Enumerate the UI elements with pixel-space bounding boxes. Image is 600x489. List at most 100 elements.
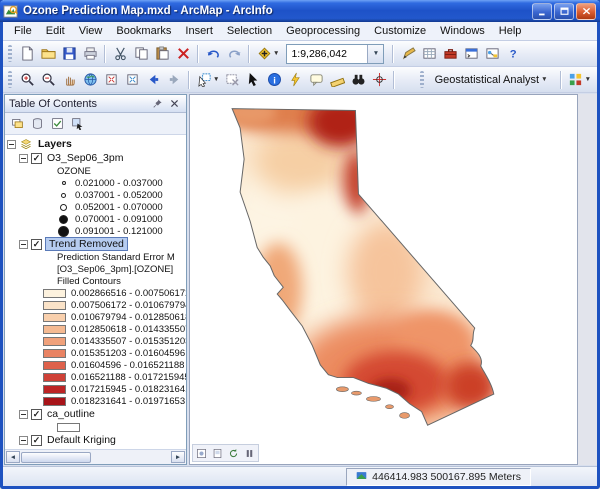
map-area[interactable] bbox=[189, 94, 578, 465]
delete-button[interactable] bbox=[173, 44, 193, 64]
auto-hide-pin-icon[interactable] bbox=[150, 97, 165, 111]
toc-row-data-frame[interactable]: Layers bbox=[5, 137, 186, 151]
zoom-out-tool[interactable] bbox=[38, 70, 58, 90]
html-popup-tool[interactable] bbox=[306, 70, 326, 90]
layer-visibility-checkbox[interactable]: ✓ bbox=[31, 408, 42, 420]
data-view-button[interactable] bbox=[194, 446, 209, 460]
menu-edit[interactable]: Edit bbox=[39, 24, 72, 38]
list-by-source-icon[interactable] bbox=[28, 115, 46, 133]
fixed-zoom-out-button[interactable] bbox=[122, 70, 142, 90]
toolbar-grip[interactable] bbox=[8, 71, 12, 88]
menu-file[interactable]: File bbox=[7, 24, 39, 38]
minimize-button[interactable] bbox=[532, 2, 552, 20]
layer-name-label[interactable]: ca_outline bbox=[45, 408, 97, 420]
scroll-right-arrow[interactable]: ► bbox=[171, 451, 185, 463]
fixed-zoom-in-button[interactable] bbox=[101, 70, 121, 90]
title-bar[interactable]: Ozone Prediction Map.mxd - ArcMap - ArcI… bbox=[0, 0, 600, 22]
toolbar-grip[interactable] bbox=[419, 71, 424, 88]
layer-visibility-checkbox[interactable]: ✓ bbox=[31, 238, 42, 250]
toc-header[interactable]: Table Of Contents bbox=[5, 95, 186, 113]
combo-dropdown-icon[interactable]: ▼ bbox=[367, 44, 384, 63]
toc-row-symbol-class[interactable]: 0.070001 - 0.091000 bbox=[5, 213, 186, 225]
toc-horizontal-scrollbar[interactable]: ◄ ► bbox=[5, 449, 186, 464]
toc-row-contour-class[interactable]: 0.017215945 - 0.018231641 bbox=[5, 383, 186, 395]
toc-row-sublabel[interactable]: Prediction Standard Error M bbox=[5, 251, 186, 263]
layer-name-label[interactable]: Trend Removed bbox=[45, 237, 128, 251]
menu-geoprocessing[interactable]: Geoprocessing bbox=[279, 24, 367, 38]
menu-insert[interactable]: Insert bbox=[178, 24, 220, 38]
editor-toolbar-button[interactable] bbox=[398, 44, 418, 64]
scroll-track[interactable] bbox=[21, 450, 170, 464]
copy-button[interactable] bbox=[131, 44, 151, 64]
open-attribute-table-button[interactable] bbox=[419, 44, 439, 64]
toc-row-sublabel[interactable]: Filled Contours bbox=[5, 275, 186, 287]
go-to-xy-button[interactable] bbox=[369, 70, 389, 90]
toc-row-symbol-class[interactable]: 0.037001 - 0.052000 bbox=[5, 189, 186, 201]
hyperlink-tool[interactable] bbox=[285, 70, 305, 90]
toc-row-symbol-class[interactable]: 0.052001 - 0.070000 bbox=[5, 201, 186, 213]
menu-help[interactable]: Help bbox=[492, 24, 529, 38]
layer-name-label[interactable]: O3_Sep06_3pm bbox=[45, 152, 125, 164]
toc-row-layer[interactable]: ✓ O3_Sep06_3pm bbox=[5, 151, 186, 165]
pan-tool[interactable] bbox=[59, 70, 79, 90]
list-by-selection-icon[interactable] bbox=[68, 115, 86, 133]
toc-row-sublabel[interactable]: [O3_Sep06_3pm].[OZONE] bbox=[5, 263, 186, 275]
toc-row-contour-class[interactable]: 0.01604596 - 0.016521188 bbox=[5, 359, 186, 371]
data-frame-label[interactable]: Layers bbox=[36, 138, 74, 150]
geostatistical-analyst-wizard-icon[interactable] bbox=[566, 70, 586, 90]
toc-row-contour-class[interactable]: 0.010679794 - 0.012850618 bbox=[5, 311, 186, 323]
map-canvas[interactable] bbox=[190, 95, 577, 464]
undo-button[interactable] bbox=[203, 44, 223, 64]
go-back-extent-button[interactable] bbox=[143, 70, 163, 90]
select-features-tool[interactable] bbox=[194, 70, 214, 90]
expand-collapse-toggle[interactable] bbox=[19, 435, 28, 445]
layer-name-label[interactable]: Default Kriging bbox=[45, 434, 118, 446]
dropdown-arrow-icon[interactable]: ▼ bbox=[273, 50, 279, 57]
toc-row-layer[interactable]: ✓ Default Kriging bbox=[5, 433, 186, 447]
scroll-thumb[interactable] bbox=[21, 451, 91, 463]
save-button[interactable] bbox=[59, 44, 79, 64]
go-forward-extent-button[interactable] bbox=[164, 70, 184, 90]
redo-button[interactable] bbox=[224, 44, 244, 64]
toc-row-field[interactable]: OZONE bbox=[5, 165, 186, 177]
toc-row-contour-class[interactable]: 0.002866516 - 0.007506172 bbox=[5, 287, 186, 299]
menu-view[interactable]: View bbox=[72, 24, 110, 38]
python-window-button[interactable] bbox=[461, 44, 481, 64]
arctoolbox-button[interactable] bbox=[440, 44, 460, 64]
toc-row-symbol-class[interactable]: 0.091001 - 0.121000 bbox=[5, 225, 186, 237]
map-scale-combo[interactable]: 1:9,286,042 ▼ bbox=[286, 43, 385, 64]
maximize-button[interactable] bbox=[554, 2, 574, 20]
identify-tool[interactable]: i bbox=[264, 70, 284, 90]
find-button[interactable] bbox=[348, 70, 368, 90]
menu-windows[interactable]: Windows bbox=[433, 24, 492, 38]
dropdown-arrow-icon[interactable]: ▼ bbox=[213, 76, 219, 83]
toc-row-contour-class[interactable]: 0.018231641 - 0.01971653 bbox=[5, 395, 186, 407]
select-elements-tool[interactable] bbox=[243, 70, 263, 90]
toc-row-layer[interactable]: ✓ Trend Removed bbox=[5, 237, 186, 251]
expand-collapse-toggle[interactable] bbox=[7, 139, 16, 149]
list-by-drawing-order-icon[interactable] bbox=[8, 115, 26, 133]
menu-bookmarks[interactable]: Bookmarks bbox=[109, 24, 178, 38]
layout-view-button[interactable] bbox=[210, 446, 225, 460]
print-button[interactable] bbox=[80, 44, 100, 64]
measure-tool[interactable] bbox=[327, 70, 347, 90]
help-button[interactable]: ? bbox=[503, 44, 523, 64]
menu-customize[interactable]: Customize bbox=[367, 24, 433, 38]
zoom-in-tool[interactable] bbox=[17, 70, 37, 90]
add-data-button[interactable] bbox=[254, 44, 274, 64]
toc-row-contour-class[interactable]: 0.015351203 - 0.01604596 bbox=[5, 347, 186, 359]
layer-visibility-checkbox[interactable]: ✓ bbox=[31, 152, 42, 164]
toc-row-layer[interactable]: ✓ ca_outline bbox=[5, 407, 186, 421]
toc-row-contour-class[interactable]: 0.016521188 - 0.017215945 bbox=[5, 371, 186, 383]
dropdown-arrow-icon[interactable]: ▼ bbox=[585, 76, 591, 83]
toc-row-contour-class[interactable]: 0.012850618 - 0.014335507 bbox=[5, 323, 186, 335]
clear-selection-button[interactable] bbox=[222, 70, 242, 90]
menu-selection[interactable]: Selection bbox=[220, 24, 279, 38]
modelbuilder-button[interactable] bbox=[482, 44, 502, 64]
new-map-button[interactable] bbox=[17, 44, 37, 64]
scroll-left-arrow[interactable]: ◄ bbox=[6, 451, 20, 463]
toc-close-icon[interactable] bbox=[167, 97, 182, 111]
toc-row-outline-swatch[interactable] bbox=[5, 421, 186, 433]
close-button[interactable] bbox=[576, 2, 596, 20]
expand-collapse-toggle[interactable] bbox=[19, 239, 28, 249]
